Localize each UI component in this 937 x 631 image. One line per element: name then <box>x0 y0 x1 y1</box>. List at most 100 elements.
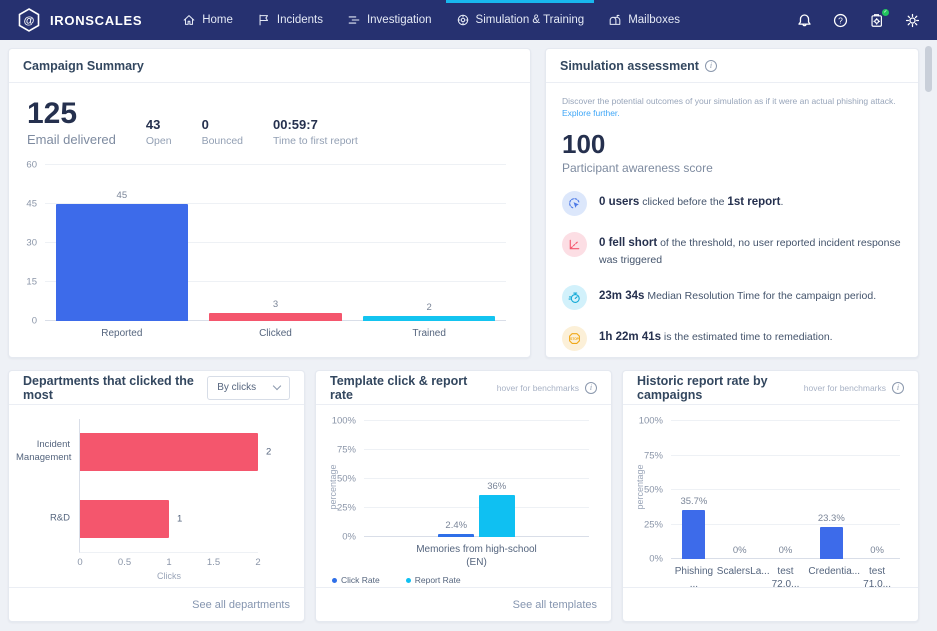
info-icon[interactable]: i <box>892 382 904 394</box>
category-label: test 72.0... <box>763 565 809 591</box>
campaign-summary-card: Campaign Summary 125 Email delivered 43 … <box>8 48 531 358</box>
historic-report-rate-card: Historic report rate by campaigns hover … <box>622 370 919 622</box>
x-tick-label: 0 <box>77 557 82 568</box>
brand[interactable]: @ IRONSCALES <box>16 0 142 40</box>
stat-value: 0 <box>202 117 243 132</box>
home-icon <box>182 13 196 27</box>
nav-item-simulation-training[interactable]: Simulation & Training <box>444 0 597 40</box>
nav-item-investigation[interactable]: Investigation <box>335 0 444 40</box>
campaign-results-chart[interactable]: 015304560Reported45Clicked3Trained2 <box>19 155 514 343</box>
nav-item-label: Investigation <box>367 14 432 26</box>
legend-item: Click Rate <box>332 575 380 585</box>
nav-item-incidents[interactable]: Incidents <box>245 0 335 40</box>
stat-email-delivered: 125 Email delivered <box>27 99 116 147</box>
stat-open: 43 Open <box>146 117 172 147</box>
stat-bounced: 0 Bounced <box>202 117 243 147</box>
ironscales-logo-icon: @ <box>16 7 42 33</box>
see-all-templates-link[interactable]: See all templates <box>513 599 597 611</box>
nav-item-home[interactable]: Home <box>170 0 245 40</box>
stat-value: 125 <box>27 99 116 129</box>
value-label: 45 <box>28 190 215 201</box>
x-tick-label: 1.5 <box>207 557 220 568</box>
info-icon[interactable]: i <box>585 382 597 394</box>
category-label: Memories from high-school (EN) <box>364 543 589 569</box>
bar[interactable] <box>682 510 705 559</box>
assessment-text: 0 fell short of the threshold, no user r… <box>599 232 902 268</box>
gear-icon <box>904 12 921 29</box>
category-label: ScalersLa... <box>717 565 763 578</box>
card-title: Campaign Summary <box>23 59 144 73</box>
bar[interactable] <box>209 313 341 321</box>
assessment-text: 23m 34s Median Resolution Time for the c… <box>599 285 876 305</box>
svg-text:?: ? <box>838 15 843 25</box>
svg-text:STOP: STOP <box>570 337 579 341</box>
flag-icon <box>257 13 271 27</box>
policy-tasks-button[interactable]: ✓ <box>868 12 885 29</box>
category-label: Credentia... <box>808 565 854 578</box>
nav-item-label: Simulation & Training <box>476 14 585 26</box>
brand-name: IRONSCALES <box>50 13 142 28</box>
info-icon[interactable]: i <box>705 60 717 72</box>
departments-clicks-chart[interactable]: Incident Management2R&D100.511.52Clicks <box>15 413 292 587</box>
category-label: R&D <box>16 512 70 525</box>
assessment-description: Discover the potential outcomes of your … <box>562 95 902 108</box>
y-tick-label: 0% <box>322 532 356 543</box>
bell-icon <box>796 12 813 29</box>
category-label: Trained <box>352 327 506 340</box>
card-title: Departments that clicked the most <box>23 374 201 402</box>
cursor-click-icon <box>562 191 587 216</box>
legend-item: Report Rate <box>406 575 461 585</box>
bar[interactable] <box>80 433 258 471</box>
departments-card: Departments that clicked the most By cli… <box>8 370 305 622</box>
help-button[interactable]: ? <box>832 12 849 29</box>
stat-time-to-first-report: 00:59:7 Time to first report <box>273 117 358 147</box>
nav-items: Home Incidents Investigation Simulation … <box>170 0 692 40</box>
bar[interactable] <box>80 500 169 538</box>
awareness-score: 100 <box>562 131 902 157</box>
template-rates-chart[interactable]: 0%25%50%75%100%Memories from high-school… <box>322 409 601 587</box>
assessment-item-remediation: STOP 1h 22m 41s is the estimated time to… <box>562 326 902 351</box>
stopwatch-icon <box>562 285 587 310</box>
settings-button[interactable] <box>904 12 921 29</box>
x-tick-label: 1 <box>166 557 171 568</box>
simulation-assessment-card: Simulation assessment i Discover the pot… <box>545 48 919 358</box>
bar[interactable] <box>363 316 495 321</box>
benchmarks-hint: hover for benchmarks <box>804 383 886 393</box>
benchmarks-hint: hover for benchmarks <box>497 383 579 393</box>
see-all-departments-link[interactable]: See all departments <box>192 599 290 611</box>
nav-item-label: Home <box>202 14 233 26</box>
navbar-actions: ? ✓ <box>796 0 921 40</box>
explore-further-link[interactable]: Explore further. <box>562 108 902 118</box>
top-navbar: @ IRONSCALES Home Incidents Investigatio… <box>0 0 937 40</box>
bar[interactable] <box>820 527 843 559</box>
y-tick-label: 100% <box>322 416 356 427</box>
assessment-item-resolution-time: 23m 34s Median Resolution Time for the c… <box>562 285 902 310</box>
value-label: 23.3% <box>806 513 856 524</box>
nav-item-label: Incidents <box>277 14 323 26</box>
assessment-item-clicks: 0 users clicked before the 1st report. <box>562 191 902 216</box>
campaign-stats: 125 Email delivered 43 Open 0 Bounced 00… <box>9 83 530 151</box>
bar[interactable] <box>56 204 188 321</box>
y-axis-label: percentage <box>635 442 645 532</box>
bar[interactable] <box>479 495 515 537</box>
x-axis-label: Clicks <box>157 571 181 581</box>
category-label: Phishing ... <box>671 565 717 591</box>
value-label: 2 <box>266 447 271 458</box>
threshold-chart-icon <box>562 232 587 257</box>
svg-text:@: @ <box>24 15 35 27</box>
queue-icon <box>347 13 361 27</box>
y-tick-label: 60 <box>19 160 37 171</box>
category-label: Incident Management <box>16 439 70 465</box>
y-tick-label: 0% <box>629 554 663 565</box>
x-tick-label: 2 <box>255 557 260 568</box>
value-label: 1 <box>177 513 182 524</box>
notifications-button[interactable] <box>796 12 813 29</box>
historic-report-chart[interactable]: 0%25%50%75%100%Phishing ...35.7%ScalersL… <box>629 409 908 587</box>
card-title: Template click & report rate <box>330 374 491 402</box>
y-tick-label: 100% <box>629 416 663 427</box>
scrollbar-thumb[interactable] <box>925 46 932 92</box>
sort-dropdown[interactable]: By clicks <box>207 376 290 400</box>
bar[interactable] <box>438 534 474 537</box>
nav-item-mailboxes[interactable]: Mailboxes <box>596 0 692 40</box>
value-label: 2 <box>335 302 522 313</box>
